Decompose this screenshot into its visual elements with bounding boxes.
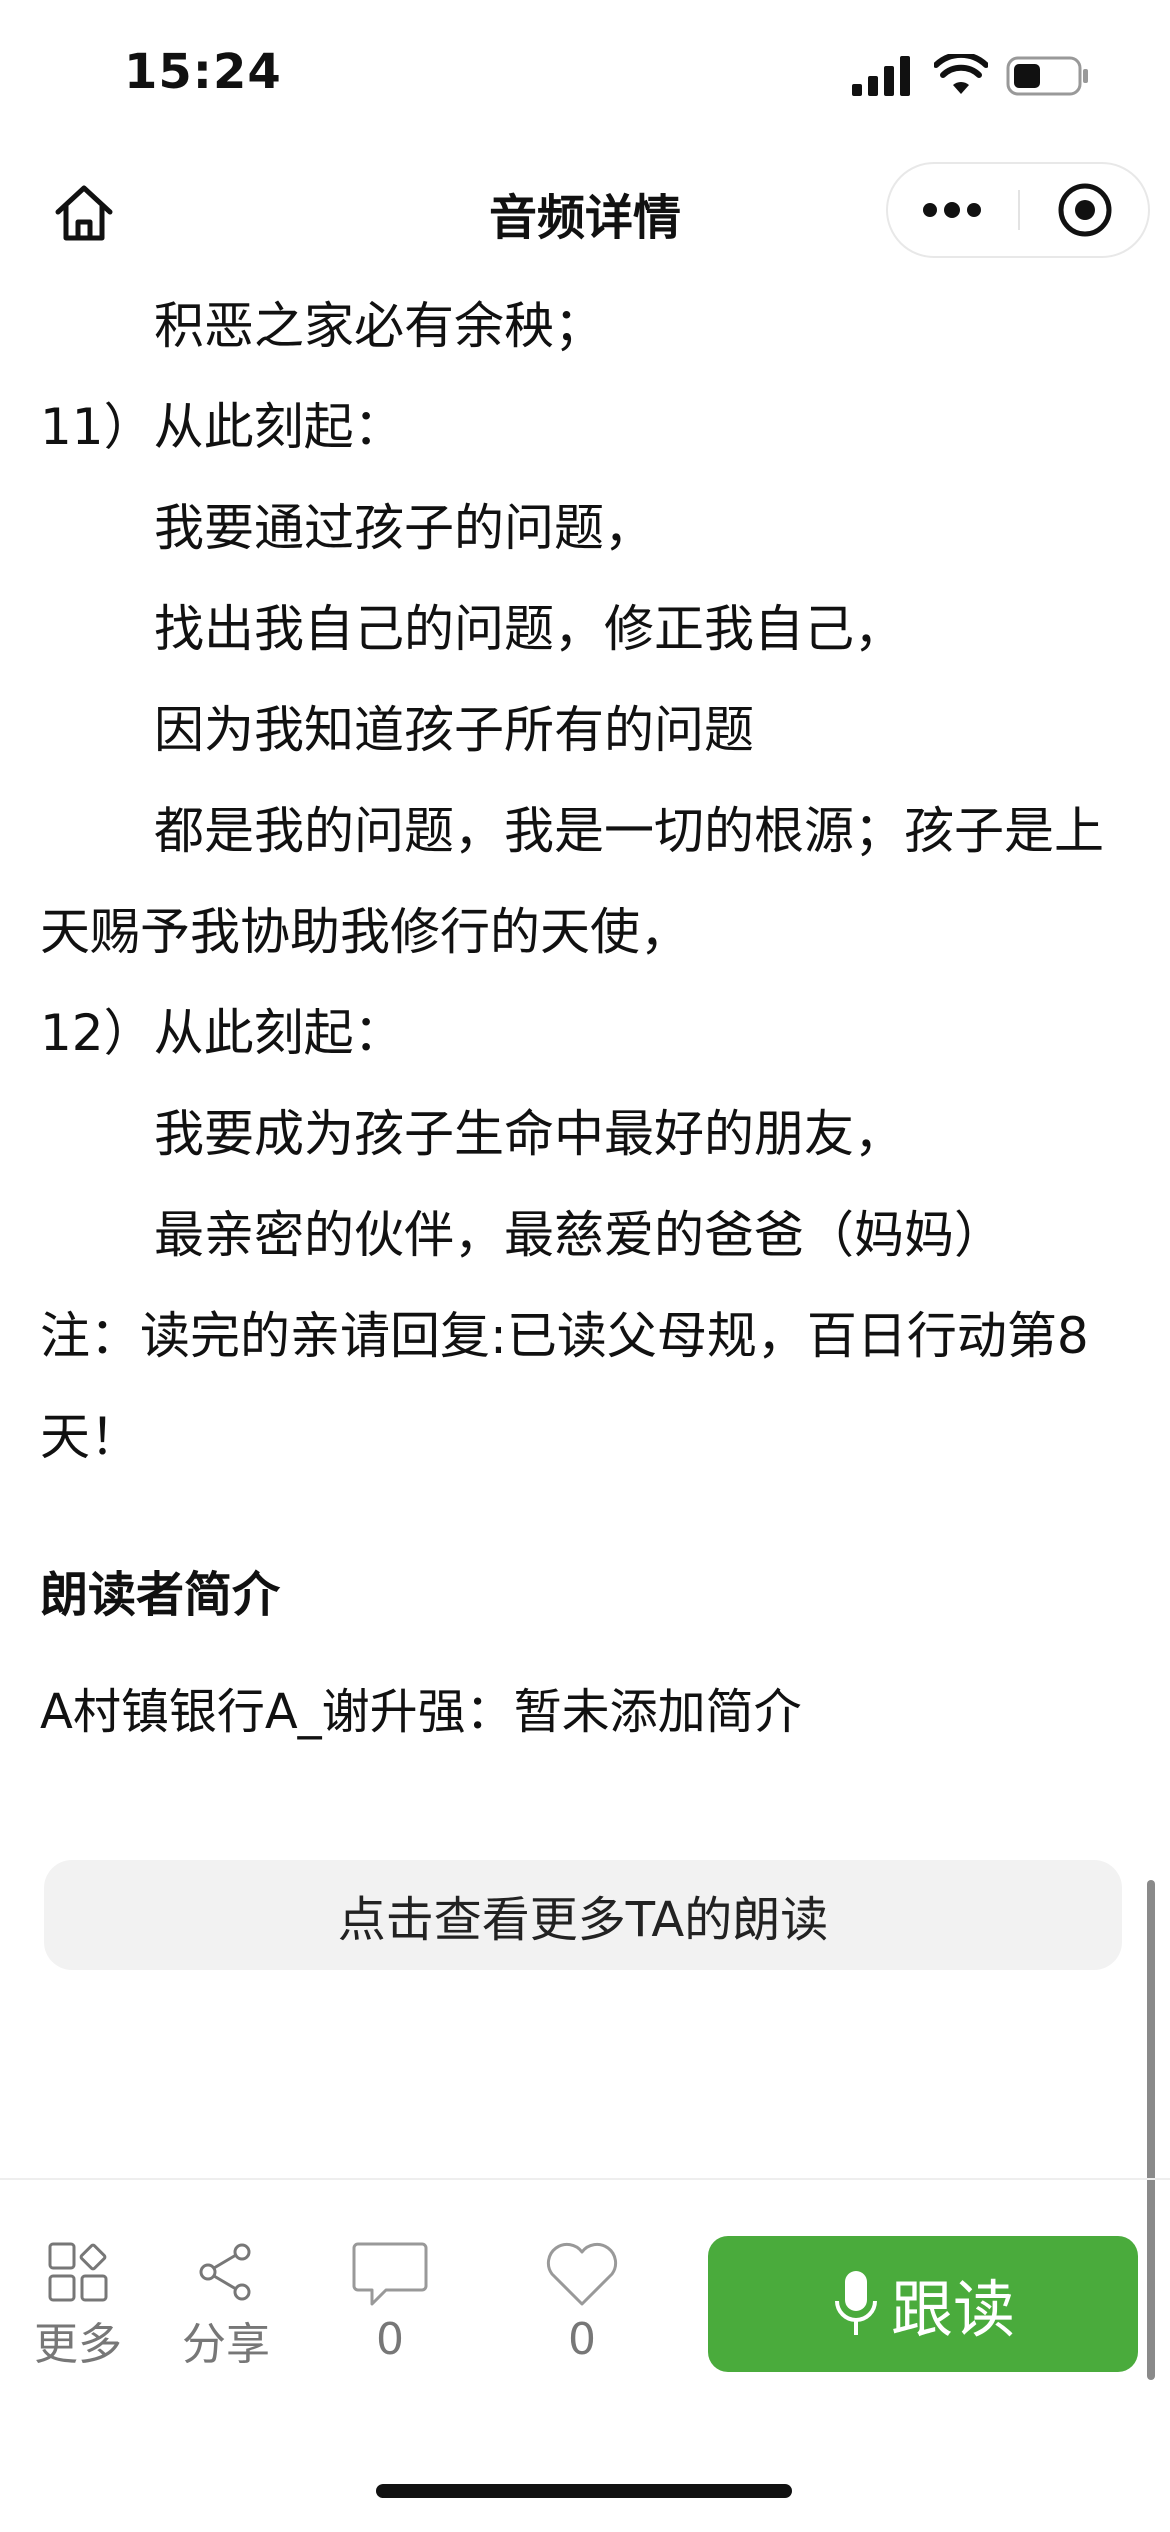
content-line: 我要成为孩子生命中最好的朋友，: [154, 1105, 904, 1163]
capsule-more-button[interactable]: [888, 164, 1016, 256]
microphone-icon: [834, 2271, 877, 2335]
wifi-icon: [934, 54, 988, 94]
share-icon: [199, 2243, 251, 2301]
content-line: 11）从此刻起：: [40, 398, 404, 456]
more-button[interactable]: 更多: [8, 2240, 148, 2372]
follow-read-button[interactable]: 跟读: [708, 2236, 1138, 2372]
more-dots-icon: [923, 202, 981, 218]
follow-read-label: 跟读: [890, 2273, 1015, 2346]
more-label: 更多: [34, 2319, 122, 2370]
nav-bar: 音频详情: [0, 150, 1170, 266]
content-note: 注：读完的亲请回复:已读父母规，百日行动第8天！: [40, 1307, 1089, 1466]
comment-button[interactable]: 0: [320, 2240, 460, 2365]
reader-intro: A村镇银行A_谢升强：暂未添加简介: [40, 1684, 802, 1740]
reader-section-title: 朗读者简介: [40, 1567, 281, 1623]
target-close-icon: [1058, 183, 1112, 237]
comment-count: 0: [376, 2314, 404, 2365]
grid-more-icon: [48, 2242, 108, 2302]
home-indicator: [376, 2484, 792, 2498]
capsule-divider: [1018, 190, 1020, 230]
content-line: 我要通过孩子的问题，: [154, 499, 654, 557]
content-line: 积恶之家必有余秧；: [154, 297, 604, 355]
status-bar: 15:24: [0, 0, 1170, 150]
share-label: 分享: [182, 2319, 270, 2370]
content-line: 因为我知道孩子所有的问题: [154, 701, 754, 759]
content-line: 找出我自己的问题，修正我自己，: [154, 600, 904, 658]
content-line: 最亲密的伙伴，最慈爱的爸爸（妈妈）: [154, 1206, 1004, 1264]
battery-icon: [1006, 56, 1088, 96]
capsule-close-button[interactable]: [1022, 164, 1148, 256]
like-count: 0: [568, 2314, 596, 2365]
content-line: 都是我的问题，我是一切的根源；孩子是上天赐予我协助我修行的天使，: [40, 802, 1104, 961]
mini-program-capsule: [886, 162, 1150, 258]
share-button[interactable]: 分享: [156, 2240, 296, 2372]
status-time: 15:24: [124, 44, 282, 100]
view-more-readings-button[interactable]: 点击查看更多TA的朗读: [44, 1860, 1122, 1970]
article-content: 积恶之家必有余秧； 11）从此刻起： 我要通过孩子的问题， 找出我自己的问题，修…: [40, 276, 1130, 1488]
bottom-toolbar: 更多 分享 0 0 跟读: [0, 2178, 1170, 2430]
content-line: 12）从此刻起：: [40, 1004, 404, 1062]
heart-icon: [546, 2242, 618, 2306]
like-button[interactable]: 0: [512, 2240, 652, 2365]
cellular-signal-icon: [852, 56, 910, 96]
comment-icon: [352, 2242, 428, 2306]
content-paragraph: 都是我的问题，我是一切的根源；孩子是上天赐予我协助我修行的天使，: [40, 781, 1130, 983]
